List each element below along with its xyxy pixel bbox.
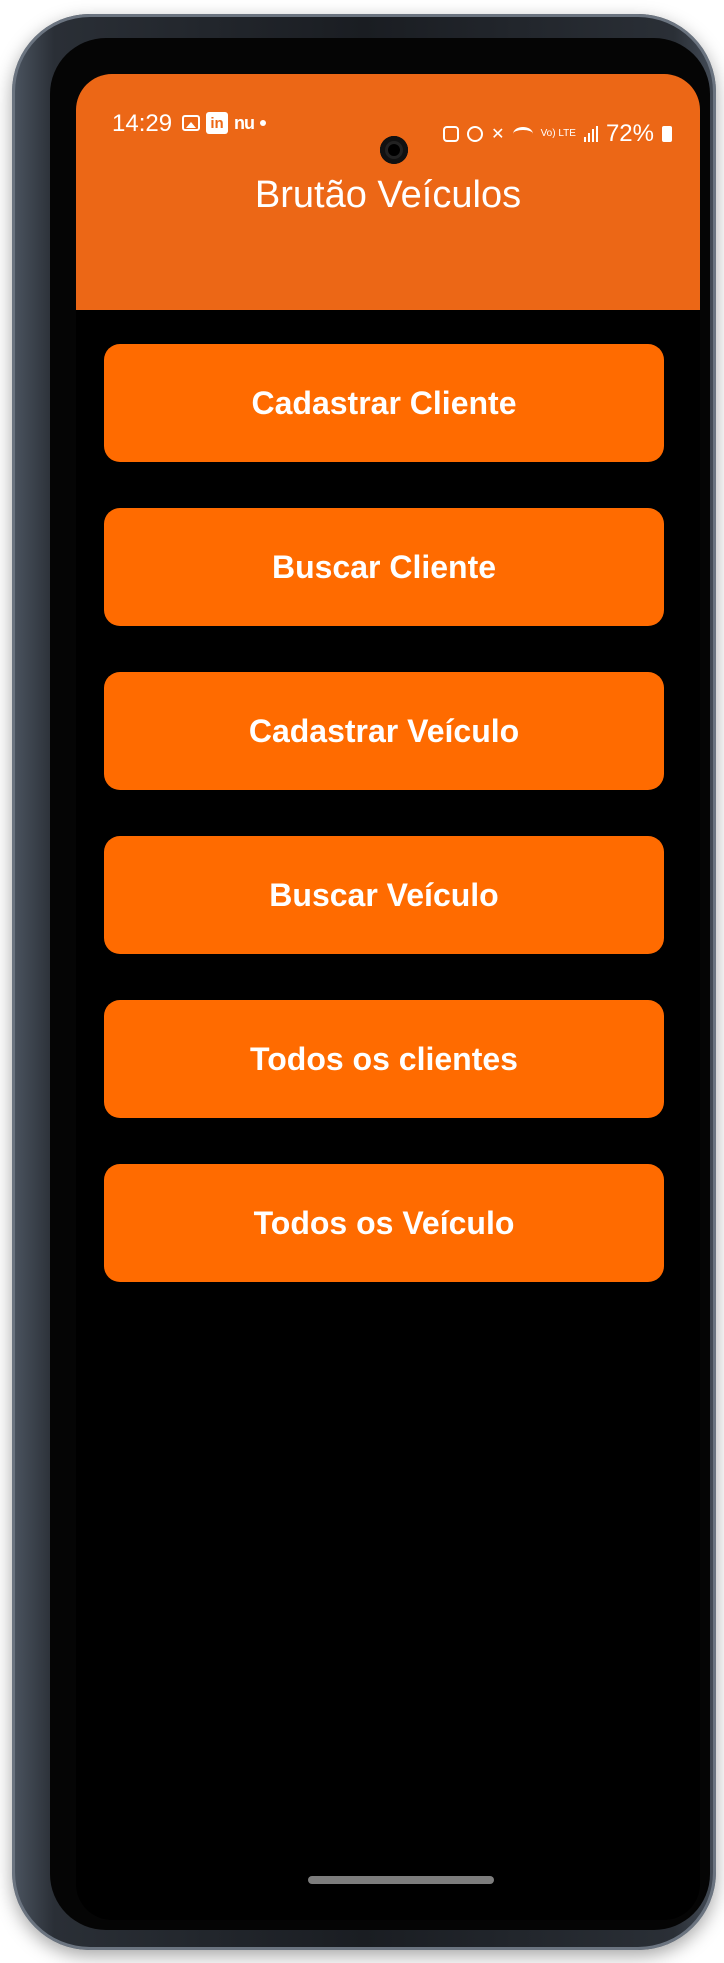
- register-vehicle-button[interactable]: Cadastrar Veículo: [104, 672, 664, 790]
- system-icons: ✕ Vo) LTE 72%: [443, 120, 672, 148]
- wifi-icon: [512, 127, 533, 141]
- alarm-icon: [467, 126, 484, 142]
- all-clients-button[interactable]: Todos os clientes: [104, 1000, 664, 1118]
- nubank-icon: nu: [234, 112, 255, 133]
- main-menu: Cadastrar Cliente Buscar Cliente Cadastr…: [104, 344, 664, 1328]
- app-title: Brutão Veículos: [254, 174, 522, 216]
- all-vehicles-button[interactable]: Todos os Veículo: [104, 1164, 664, 1282]
- notification-icons: in nu: [182, 112, 266, 134]
- volte-icon: Vo) LTE: [540, 128, 576, 139]
- search-vehicle-button[interactable]: Buscar Veículo: [104, 836, 664, 954]
- device-stage: 14:29 in nu ✕ Vo) LTE 72% Brutão Veículo…: [0, 0, 724, 1963]
- home-indicator[interactable]: [308, 1876, 494, 1884]
- battery-icon: [662, 126, 672, 142]
- battery-percent: 72%: [605, 120, 654, 147]
- signal-icon: [583, 126, 598, 142]
- dot-icon: [260, 120, 266, 126]
- status-time: 14:29: [112, 110, 173, 137]
- status-bar: 14:29 in nu ✕ Vo) LTE 72%: [76, 110, 700, 164]
- front-camera: [380, 136, 408, 164]
- linkedin-icon: in: [206, 112, 228, 134]
- mute-icon: ✕: [491, 126, 505, 143]
- register-client-button[interactable]: Cadastrar Cliente: [104, 344, 664, 462]
- sim-icon: [443, 126, 460, 142]
- image-icon: [182, 115, 200, 131]
- app-screen: 14:29 in nu ✕ Vo) LTE 72% Brutão Veículo…: [76, 74, 700, 1920]
- search-client-button[interactable]: Buscar Cliente: [104, 508, 664, 626]
- app-bar: 14:29 in nu ✕ Vo) LTE 72% Brutão Veículo…: [76, 74, 700, 310]
